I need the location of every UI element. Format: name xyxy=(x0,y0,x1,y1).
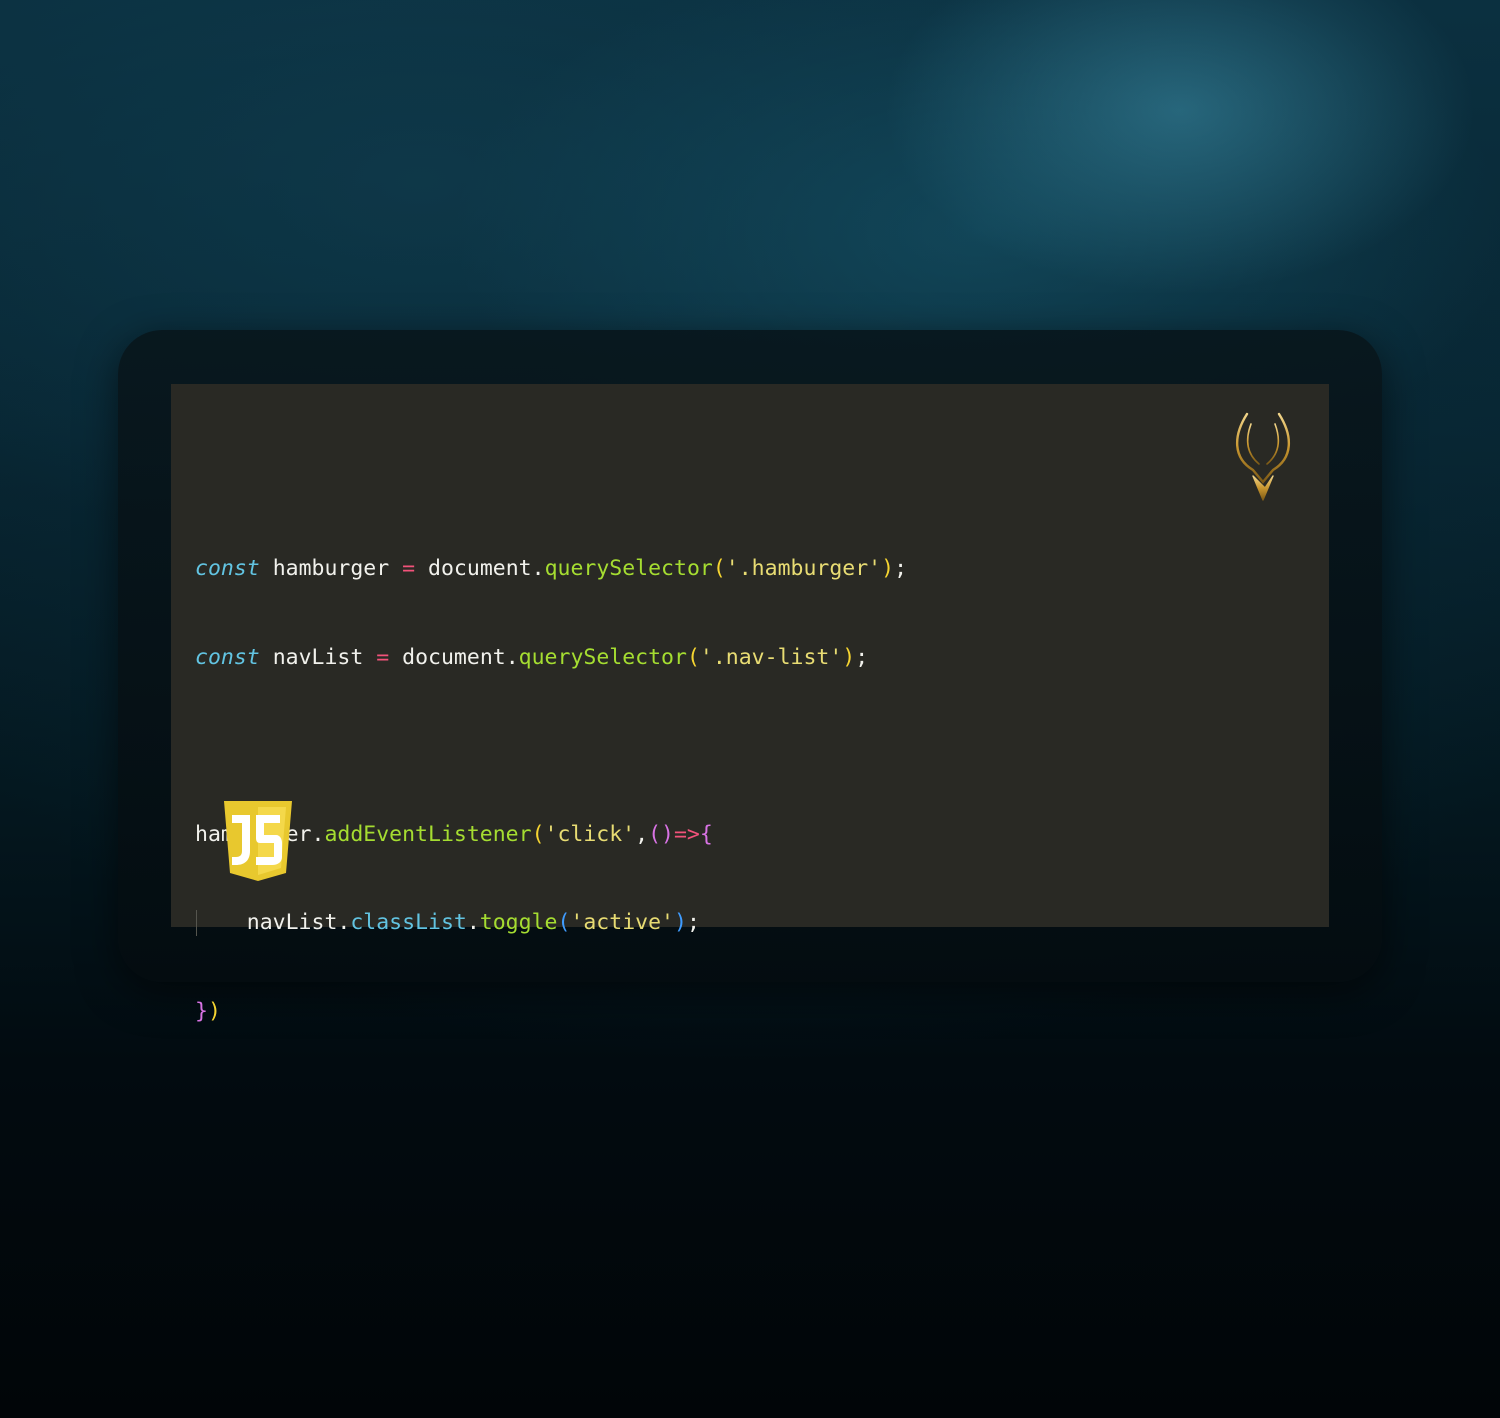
string-literal: 'active' xyxy=(570,910,674,935)
code-line-5: navList.classList.toggle('active'); xyxy=(195,908,907,938)
variable-name: hamburger xyxy=(272,556,390,581)
code-block: const hamburger = document.querySelector… xyxy=(195,495,907,1085)
object-name: navList xyxy=(246,910,338,935)
string-literal: '.hamburger' xyxy=(725,556,882,581)
code-line-4: hamburger.addEventListener('click',()=>{ xyxy=(195,820,907,850)
assign-operator: = xyxy=(376,644,390,670)
arrow-operator: => xyxy=(673,821,700,847)
assign-operator: = xyxy=(402,556,416,581)
method-name: querySelector xyxy=(544,556,713,581)
antler-logo-icon xyxy=(1223,410,1303,522)
string-literal: 'click' xyxy=(544,821,636,847)
property-name: classList xyxy=(350,910,467,935)
object-name: document xyxy=(428,556,532,581)
keyword: const xyxy=(195,556,260,581)
object-name: document xyxy=(402,644,506,670)
indent-guide xyxy=(196,910,197,936)
string-literal: '.nav-list' xyxy=(699,644,843,670)
code-line-6: }) xyxy=(195,998,221,1024)
code-editor: const hamburger = document.querySelector… xyxy=(171,384,1329,1024)
variable-name: navList xyxy=(272,644,364,670)
method-name: toggle xyxy=(479,910,558,935)
method-name: querySelector xyxy=(518,644,687,670)
method-name: addEventListener xyxy=(324,821,532,847)
code-line-2: const navList = document.querySelector('… xyxy=(195,644,869,670)
keyword: const xyxy=(195,644,260,670)
javascript-shield-icon xyxy=(222,801,294,881)
code-line-1: const hamburger = document.querySelector… xyxy=(195,556,908,581)
